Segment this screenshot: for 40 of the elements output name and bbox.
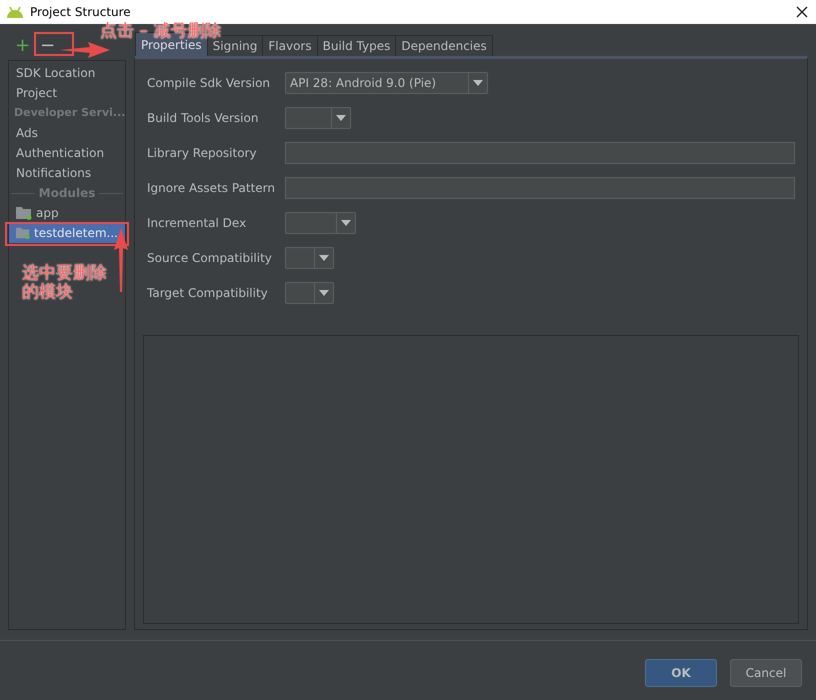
input-field[interactable]: [285, 142, 795, 164]
dropdown[interactable]: [285, 282, 334, 304]
field-label: Compile Sdk Version: [147, 76, 272, 90]
ok-button[interactable]: OK: [645, 659, 717, 687]
dropdown[interactable]: [285, 107, 351, 129]
tab[interactable]: Dependencies: [395, 35, 493, 56]
dropdown[interactable]: [285, 247, 334, 269]
field-label: Source Compatibility: [147, 251, 273, 265]
arrow-icon: [60, 42, 110, 58]
field-label: Library Repository: [147, 146, 258, 160]
input-field[interactable]: [285, 177, 795, 199]
caret-icon: [473, 80, 483, 86]
annotation-text: 选中要删除的模块: [22, 264, 108, 302]
sidebar-item[interactable]: Ads: [9, 123, 125, 143]
window-title: Project Structure: [30, 5, 131, 19]
add-button[interactable]: +: [12, 37, 34, 55]
field-label: Target Compatibility: [147, 286, 269, 300]
caret-icon: [336, 115, 346, 121]
field-label: Build Tools Version: [147, 111, 260, 125]
section-header: Developer Servi...: [13, 105, 125, 121]
close-icon: [795, 5, 809, 19]
remove-button[interactable]: −: [37, 37, 58, 55]
android-icon: [6, 6, 24, 18]
module-item[interactable]: testdeletem...: [9, 223, 125, 243]
sidebar-item[interactable]: Authentication: [9, 143, 125, 163]
module-folder-icon: [16, 226, 30, 240]
cancel-button[interactable]: Cancel: [730, 659, 802, 687]
sidebar-item[interactable]: Notifications: [9, 163, 125, 183]
dropdown[interactable]: API 28: Android 9.0 (Pie): [285, 72, 488, 94]
caret-icon: [341, 220, 351, 226]
module-item[interactable]: app: [9, 203, 125, 223]
sidebar-item[interactable]: SDK Location: [9, 63, 125, 83]
field-label: Incremental Dex: [147, 216, 248, 230]
section-header: Modules: [38, 186, 96, 200]
module-folder-icon: [16, 206, 32, 220]
sidebar-item[interactable]: Project: [9, 83, 125, 103]
caret-icon: [319, 290, 329, 296]
caret-icon: [319, 255, 329, 261]
field-label: Ignore Assets Pattern: [147, 181, 276, 195]
highlight-box: [34, 32, 74, 56]
